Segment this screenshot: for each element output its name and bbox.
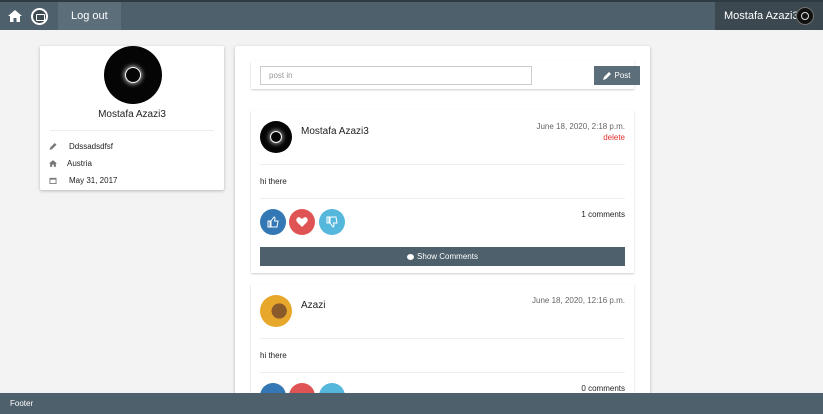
post-date: June 18, 2020, 2:18 p.m. (536, 122, 625, 131)
post-author-avatar (260, 121, 292, 153)
profile-location: Austria (67, 159, 92, 168)
thumbs-down-icon (326, 216, 338, 228)
post-composer: Post (251, 61, 640, 89)
post-body: hi there (260, 177, 287, 186)
post-author[interactable]: Azazi (301, 300, 325, 311)
nav-user-menu[interactable]: Mostafa Azazi3 (715, 2, 823, 30)
calendar-icon (49, 177, 57, 184)
top-navbar: Log out Mostafa Azazi3 (0, 0, 823, 30)
profile-name: Mostafa Azazi3 (98, 109, 166, 120)
post-author-avatar (260, 295, 292, 327)
post-input[interactable] (260, 66, 532, 85)
divider (50, 130, 214, 131)
post-body: hi there (260, 351, 287, 360)
comments-count: 1 comments (581, 210, 625, 219)
love-button[interactable] (289, 209, 315, 235)
home-icon[interactable] (8, 10, 22, 22)
post-card: Azazi June 18, 2020, 12:16 p.m. hi there… (251, 284, 634, 409)
post-button-label: Post (614, 71, 631, 80)
divider (260, 164, 625, 165)
comments-count: 0 comments (581, 384, 625, 393)
footer: Footer (0, 393, 823, 414)
nav-avatar (796, 7, 814, 25)
pencil-icon (49, 143, 57, 150)
dislike-button[interactable] (319, 209, 345, 235)
thumbs-up-icon (267, 216, 279, 228)
nav-user-name: Mostafa Azazi3 (724, 10, 799, 22)
pencil-icon (603, 72, 611, 80)
logout-button[interactable]: Log out (58, 2, 121, 30)
divider (260, 198, 625, 199)
feed-panel: Post Mostafa Azazi3 June 18, 2020, 2:18 … (235, 46, 650, 409)
delete-post-link[interactable]: delete (603, 133, 625, 142)
profile-joined-date: May 31, 2017 (69, 176, 118, 185)
calendar-logo-icon[interactable] (31, 8, 48, 25)
profile-bio: Ddssadsdfsf (69, 142, 114, 151)
home-icon (49, 160, 57, 167)
post-date: June 18, 2020, 12:16 p.m. (532, 296, 625, 305)
profile-avatar (104, 46, 162, 104)
profile-card: Mostafa Azazi3 Ddssadsdfsf Austria May 3… (40, 46, 224, 190)
comment-icon (407, 253, 415, 260)
show-comments-button[interactable]: Show Comments (260, 247, 625, 266)
heart-icon (296, 217, 308, 227)
post-author[interactable]: Mostafa Azazi3 (301, 126, 369, 137)
show-comments-label: Show Comments (417, 252, 478, 261)
post-card: Mostafa Azazi3 June 18, 2020, 2:18 p.m. … (251, 110, 634, 273)
like-button[interactable] (260, 209, 286, 235)
post-button[interactable]: Post (594, 66, 640, 85)
divider (260, 372, 625, 373)
divider (260, 338, 625, 339)
